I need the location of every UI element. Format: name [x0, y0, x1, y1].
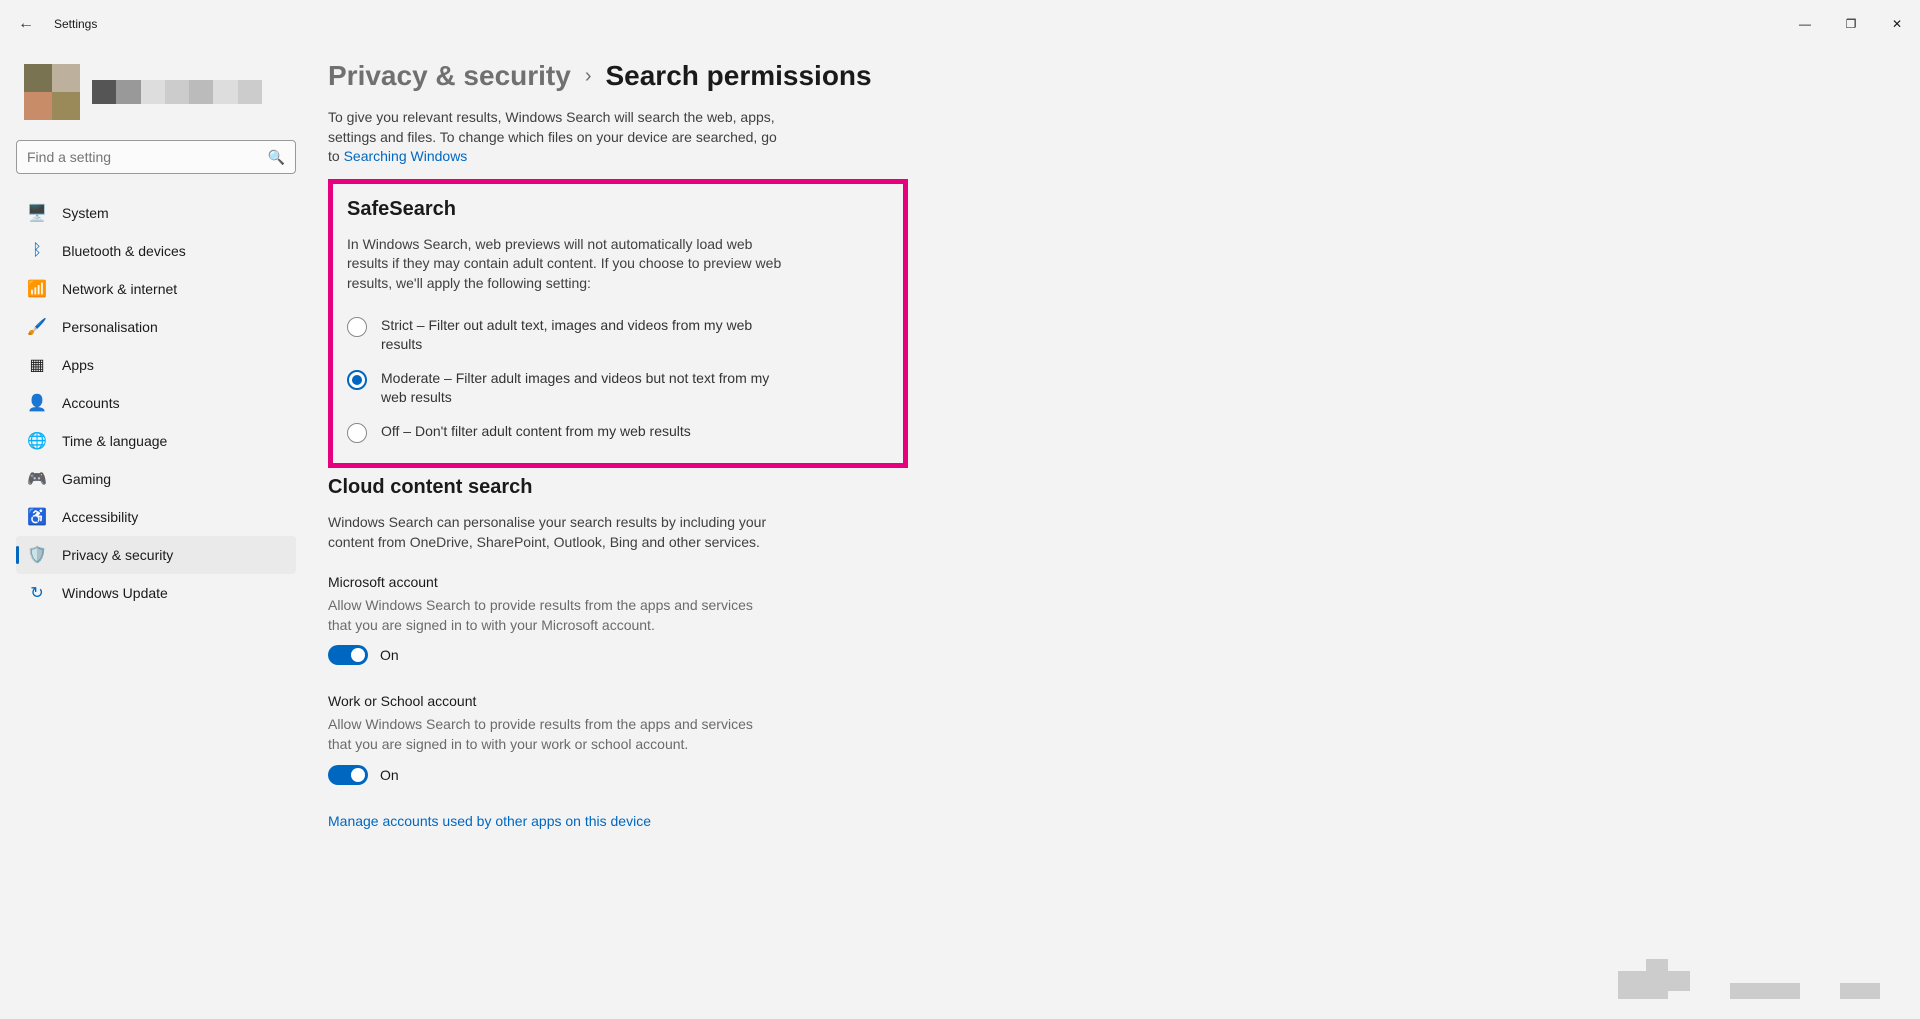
radio-icon[interactable]: [347, 317, 367, 337]
ms-account-toggle-row: On: [328, 645, 1920, 665]
nav-label: Accessibility: [62, 509, 138, 525]
radio-icon[interactable]: [347, 370, 367, 390]
safesearch-heading: SafeSearch: [347, 198, 889, 221]
redacted-bottom-right: [1618, 971, 1880, 999]
work-account-toggle-row: On: [328, 765, 1920, 785]
person-icon: 👤: [28, 394, 46, 412]
nav-gaming[interactable]: 🎮 Gaming: [16, 460, 296, 498]
work-account-title: Work or School account: [328, 693, 1920, 709]
searching-windows-link[interactable]: Searching Windows: [344, 148, 468, 164]
nav-label: Accounts: [62, 395, 120, 411]
nav-network[interactable]: 📶 Network & internet: [16, 270, 296, 308]
search-box[interactable]: 🔍: [16, 140, 296, 174]
nav-time[interactable]: 🌐 Time & language: [16, 422, 296, 460]
radio-moderate[interactable]: Moderate – Filter adult images and video…: [347, 369, 889, 408]
search-input[interactable]: [27, 149, 268, 165]
nav-label: Bluetooth & devices: [62, 243, 186, 259]
breadcrumb-current: Search permissions: [605, 60, 871, 92]
work-account-state: On: [380, 767, 399, 783]
close-button[interactable]: ✕: [1874, 8, 1920, 40]
brush-icon: 🖌️: [28, 318, 46, 336]
breadcrumb: Privacy & security › Search permissions: [328, 60, 1920, 92]
shield-icon: 🛡️: [28, 546, 46, 564]
ms-account-state: On: [380, 647, 399, 663]
redacted-user-info: [92, 80, 262, 104]
apps-icon: ▦: [28, 356, 46, 374]
minimize-button[interactable]: ―: [1782, 8, 1828, 40]
nav-label: Personalisation: [62, 319, 158, 335]
radio-strict[interactable]: Strict – Filter out adult text, images a…: [347, 316, 889, 355]
ms-account-toggle[interactable]: [328, 645, 368, 665]
gamepad-icon: 🎮: [28, 470, 46, 488]
window-controls: ― ❐ ✕: [1782, 8, 1920, 40]
radio-icon[interactable]: [347, 423, 367, 443]
system-icon: 🖥️: [28, 204, 46, 222]
radio-strict-label: Strict – Filter out adult text, images a…: [381, 316, 781, 355]
nav-accounts[interactable]: 👤 Accounts: [16, 384, 296, 422]
nav-label: Windows Update: [62, 585, 168, 601]
breadcrumb-parent[interactable]: Privacy & security: [328, 60, 571, 92]
window-title: Settings: [54, 17, 97, 31]
radio-off[interactable]: Off – Don't filter adult content from my…: [347, 422, 889, 443]
profile-block[interactable]: [16, 56, 296, 140]
nav-system[interactable]: 🖥️ System: [16, 194, 296, 232]
nav-apps[interactable]: ▦ Apps: [16, 346, 296, 384]
nav-label: Apps: [62, 357, 94, 373]
nav-privacy[interactable]: 🛡️ Privacy & security: [16, 536, 296, 574]
nav-label: Network & internet: [62, 281, 177, 297]
work-account-desc: Allow Windows Search to provide results …: [328, 715, 758, 754]
accessibility-icon: ♿: [28, 508, 46, 526]
ms-account-desc: Allow Windows Search to provide results …: [328, 596, 758, 635]
radio-moderate-label: Moderate – Filter adult images and video…: [381, 369, 781, 408]
work-account-toggle[interactable]: [328, 765, 368, 785]
search-icon: 🔍: [268, 149, 285, 166]
manage-accounts-link[interactable]: Manage accounts used by other apps on th…: [328, 813, 651, 829]
nav-label: Privacy & security: [62, 547, 173, 563]
nav-personalisation[interactable]: 🖌️ Personalisation: [16, 308, 296, 346]
main-content: Privacy & security › Search permissions …: [304, 48, 1920, 831]
ms-account-title: Microsoft account: [328, 574, 1920, 590]
sidebar: 🔍 🖥️ System ᛒ Bluetooth & devices 📶 Network…: [8, 48, 304, 831]
update-icon: ↻: [28, 584, 46, 602]
cloud-desc: Windows Search can personalise your sear…: [328, 513, 778, 552]
intro-text: To give you relevant results, Windows Se…: [328, 108, 788, 167]
chevron-right-icon: ›: [585, 65, 592, 88]
back-arrow-icon[interactable]: ←: [18, 15, 34, 33]
nav-update[interactable]: ↻ Windows Update: [16, 574, 296, 612]
safesearch-highlight: SafeSearch In Windows Search, web previe…: [328, 179, 908, 468]
avatar: [24, 64, 80, 120]
bluetooth-icon: ᛒ: [28, 242, 46, 260]
nav-accessibility[interactable]: ♿ Accessibility: [16, 498, 296, 536]
safesearch-desc: In Windows Search, web previews will not…: [347, 235, 797, 294]
titlebar: ← Settings ― ❐ ✕: [0, 0, 1920, 48]
nav-label: System: [62, 205, 109, 221]
maximize-button[interactable]: ❐: [1828, 8, 1874, 40]
radio-off-label: Off – Don't filter adult content from my…: [381, 422, 691, 442]
wifi-icon: 📶: [28, 280, 46, 298]
cloud-heading: Cloud content search: [328, 476, 1920, 499]
nav-bluetooth[interactable]: ᛒ Bluetooth & devices: [16, 232, 296, 270]
nav-label: Gaming: [62, 471, 111, 487]
globe-icon: 🌐: [28, 432, 46, 450]
nav-label: Time & language: [62, 433, 167, 449]
